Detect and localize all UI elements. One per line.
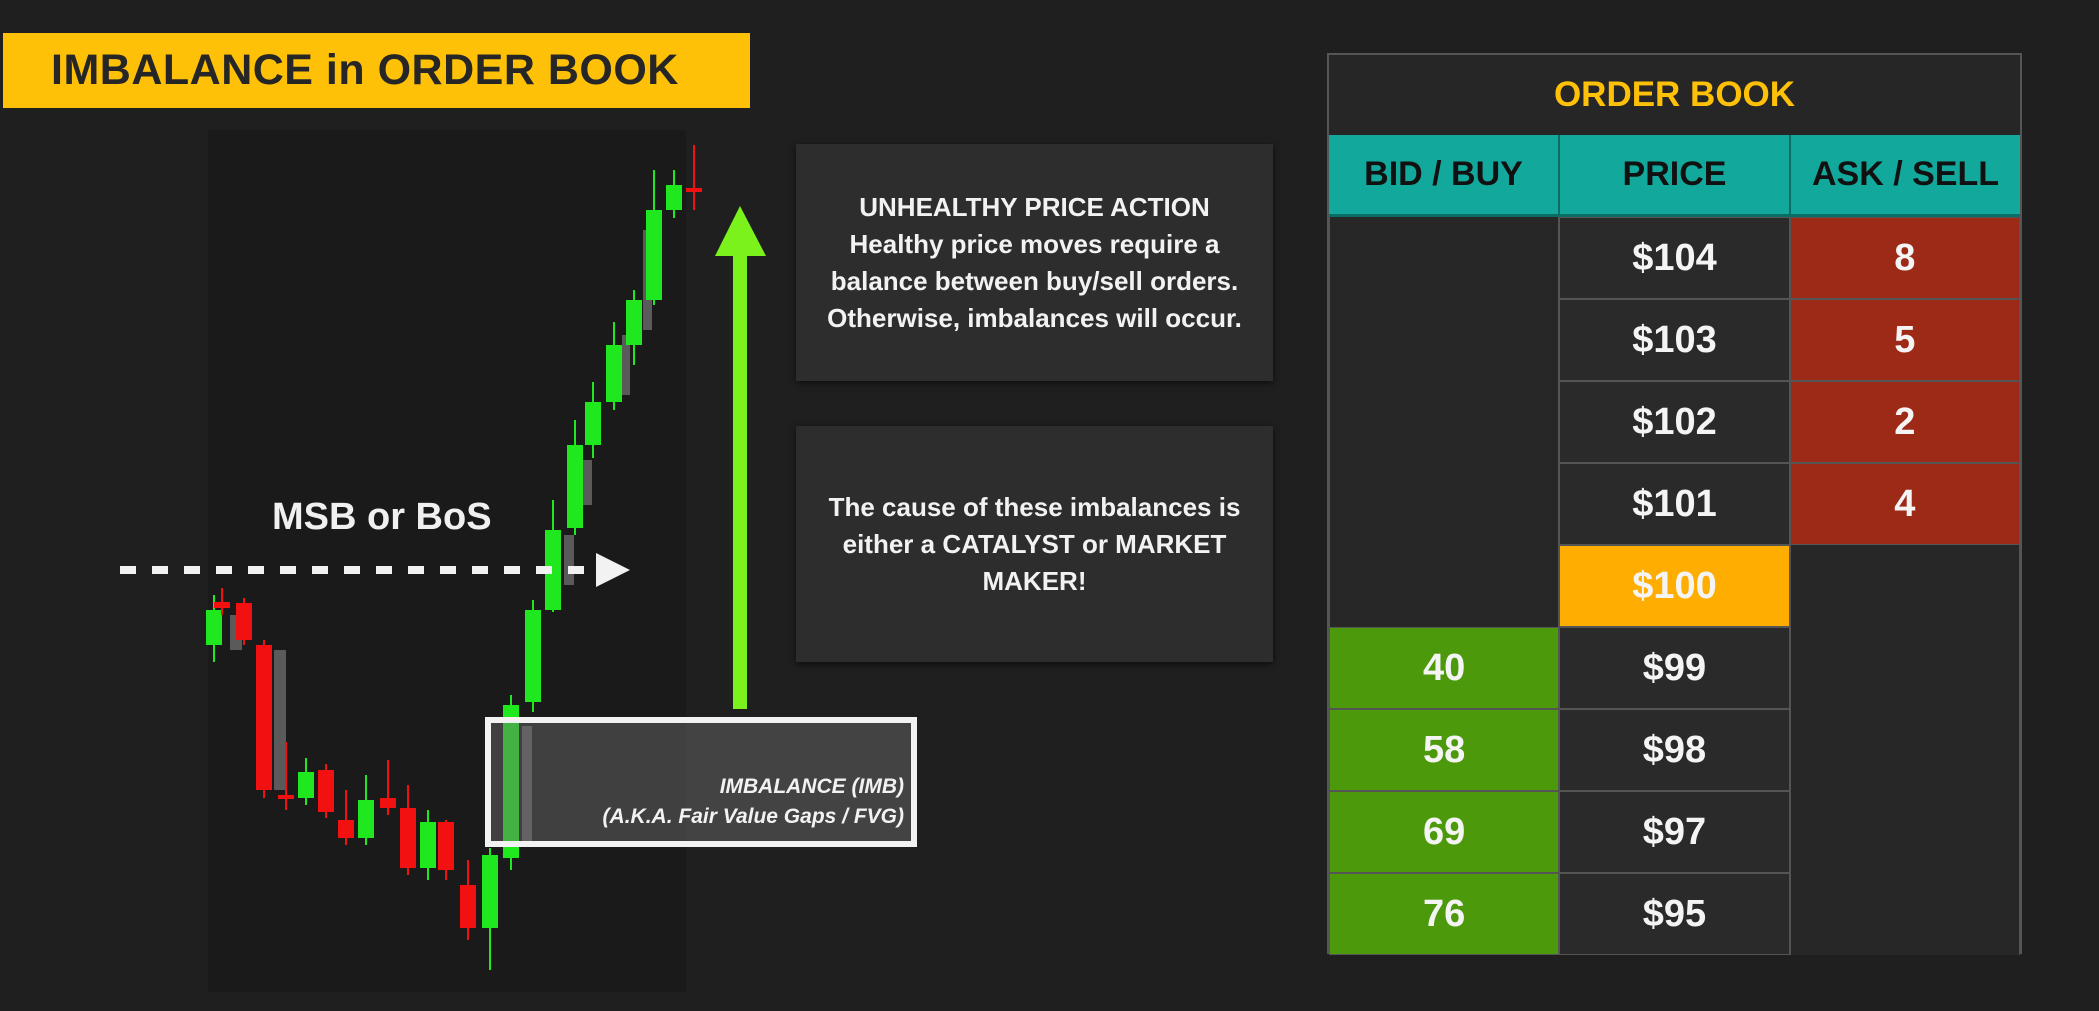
- current-price-cell: $100: [1559, 545, 1790, 627]
- order-row: $104 8: [1329, 217, 2020, 299]
- candle-body: [525, 610, 541, 702]
- candle-body: [482, 855, 498, 928]
- info-box-imbalance-cause: The cause of these imbalances is either …: [796, 426, 1273, 662]
- info-box-line: MAKER!: [982, 565, 1087, 596]
- candle-body: [338, 820, 354, 838]
- info-box-line: Otherwise, imbalances will occur.: [827, 302, 1242, 333]
- up-arrow-shaft: [733, 254, 747, 709]
- candle-body: [358, 800, 374, 838]
- candle-body: [420, 822, 436, 868]
- candle-body: [256, 645, 272, 790]
- candle-body: [567, 445, 583, 528]
- price-cell: $99: [1559, 627, 1790, 709]
- candle-body: [298, 772, 314, 798]
- bid-cell: 69: [1329, 791, 1560, 873]
- header-bid: BID / BUY: [1329, 135, 1560, 217]
- price-cell: $97: [1559, 791, 1790, 873]
- order-book-title: ORDER BOOK: [1553, 75, 1796, 114]
- info-box-line: either a CATALYST or MARKET: [842, 528, 1227, 559]
- order-book-table: ORDER BOOK BID / BUY PRICE ASK / SELL $1…: [1327, 53, 2022, 955]
- order-row: $102 2: [1329, 381, 2020, 463]
- order-row: $103 5: [1329, 299, 2020, 381]
- order-row-current: $100: [1329, 545, 2020, 627]
- order-row: 58 $98: [1329, 709, 2020, 791]
- price-cell: $102: [1559, 381, 1790, 463]
- candle-body: [666, 185, 682, 210]
- candle-body: [626, 300, 642, 345]
- imbalance-label-line1: IMBALANCE (IMB): [719, 775, 904, 798]
- bid-cell: [1329, 381, 1560, 463]
- ask-cell: 2: [1789, 381, 2020, 463]
- candle-body: [686, 188, 702, 192]
- bid-cell: [1329, 299, 1560, 381]
- order-row: 69 $97: [1329, 791, 2020, 873]
- ask-cell: 4: [1789, 463, 2020, 545]
- info-box-line: The cause of these imbalances is: [828, 491, 1241, 522]
- order-book-grid: BID / BUY PRICE ASK / SELL $104 8 $103 5…: [1329, 135, 2020, 955]
- candle-body: [206, 610, 222, 645]
- candle-body: [585, 402, 601, 445]
- ask-cell: [1789, 791, 2020, 873]
- candle-body: [646, 210, 662, 300]
- order-row: 40 $99: [1329, 627, 2020, 709]
- bid-cell: 40: [1329, 627, 1560, 709]
- header-ask: ASK / SELL: [1791, 135, 2020, 217]
- ask-cell: [1789, 709, 2020, 791]
- header-price: PRICE: [1560, 135, 1791, 217]
- bid-cell: [1329, 463, 1560, 545]
- up-arrow-head: [715, 206, 766, 256]
- ask-cell: [1789, 873, 2020, 955]
- candle-body: [380, 798, 396, 808]
- bid-cell: 58: [1329, 709, 1560, 791]
- price-cell: $98: [1559, 709, 1790, 791]
- order-row: 76 $95: [1329, 873, 2020, 955]
- candle-body: [318, 770, 334, 812]
- candle-body: [438, 822, 454, 870]
- candle-shadow: [564, 535, 574, 585]
- order-book-header: BID / BUY PRICE ASK / SELL: [1329, 135, 2020, 217]
- price-cell: $103: [1559, 299, 1790, 381]
- msb-label: MSB or BoS: [272, 496, 492, 538]
- ask-cell: 8: [1789, 217, 2020, 299]
- ask-cell: [1789, 627, 2020, 709]
- imbalance-label-line2: (A.K.A. Fair Value Gaps / FVG): [602, 805, 904, 828]
- candle-body: [460, 885, 476, 928]
- ask-cell: [1789, 545, 2020, 627]
- candle-body: [606, 345, 622, 402]
- candle-body: [278, 795, 294, 799]
- price-cell: $95: [1559, 873, 1790, 955]
- order-row: $101 4: [1329, 463, 2020, 545]
- info-box-unhealthy-price-action: UNHEALTHY PRICE ACTION Healthy price mov…: [796, 144, 1273, 381]
- bid-cell: [1329, 217, 1560, 299]
- candle-shadow: [583, 460, 592, 505]
- ask-cell: 5: [1789, 299, 2020, 381]
- info-box-line: Healthy price moves require a: [849, 228, 1220, 259]
- price-cell: $101: [1559, 463, 1790, 545]
- imbalance-label: IMBALANCE (IMB) (A.K.A. Fair Value Gaps …: [490, 772, 904, 832]
- info-box-line: balance between buy/sell orders.: [830, 265, 1239, 296]
- candle-shadow: [274, 650, 286, 790]
- candle-body: [236, 603, 252, 640]
- candle-body: [214, 602, 230, 608]
- bid-cell: 76: [1329, 873, 1560, 955]
- candle-body: [400, 808, 416, 868]
- price-cell: $104: [1559, 217, 1790, 299]
- bid-cell: [1329, 545, 1560, 627]
- info-box-heading: UNHEALTHY PRICE ACTION: [859, 191, 1210, 222]
